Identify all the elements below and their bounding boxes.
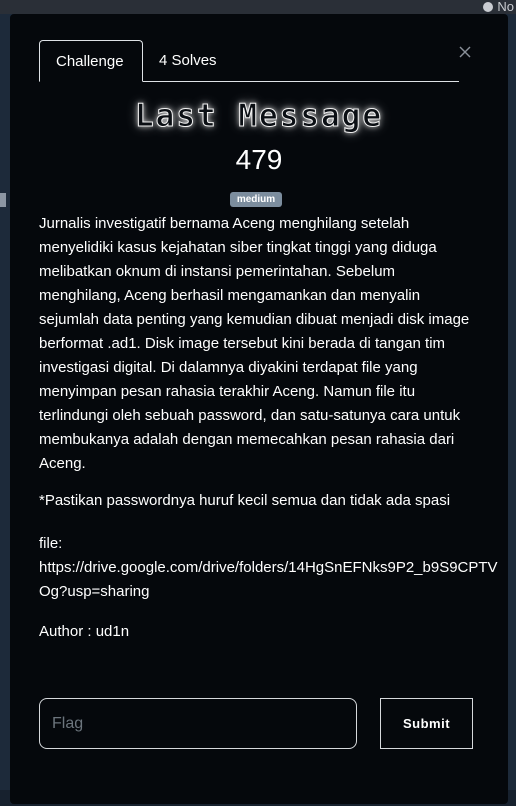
- author-line: Author : ud1n: [39, 623, 130, 640]
- user-menu[interactable]: No: [483, 0, 516, 14]
- file-info: file: https://drive.google.com/drive/fol…: [39, 532, 516, 604]
- challenge-tabs: Challenge 4 Solves: [39, 40, 459, 82]
- top-navbar: [0, 0, 516, 14]
- tab-solves[interactable]: 4 Solves: [143, 40, 233, 81]
- challenge-modal: Challenge 4 Solves Last Message 479 medi…: [10, 14, 508, 804]
- tab-challenge[interactable]: Challenge: [39, 40, 143, 82]
- description-text: Jurnalis investigatif bernama Aceng meng…: [39, 215, 470, 472]
- user-icon: [483, 2, 494, 12]
- file-link-continued[interactable]: Og?usp=sharing: [39, 580, 516, 604]
- file-label: file:: [39, 535, 63, 552]
- user-label: No: [497, 0, 514, 14]
- flag-input[interactable]: [39, 698, 357, 749]
- challenge-title: Last Message: [135, 98, 383, 135]
- challenge-points: 479: [235, 144, 283, 175]
- file-link[interactable]: https://drive.google.com/drive/folders/1…: [39, 556, 516, 580]
- password-note: *Pastikan passwordnya huruf kecil semua …: [39, 492, 451, 509]
- background-icon: [0, 193, 6, 207]
- close-icon[interactable]: [457, 44, 473, 60]
- submit-button[interactable]: Submit: [380, 698, 473, 749]
- difficulty-badge: medium: [230, 192, 282, 207]
